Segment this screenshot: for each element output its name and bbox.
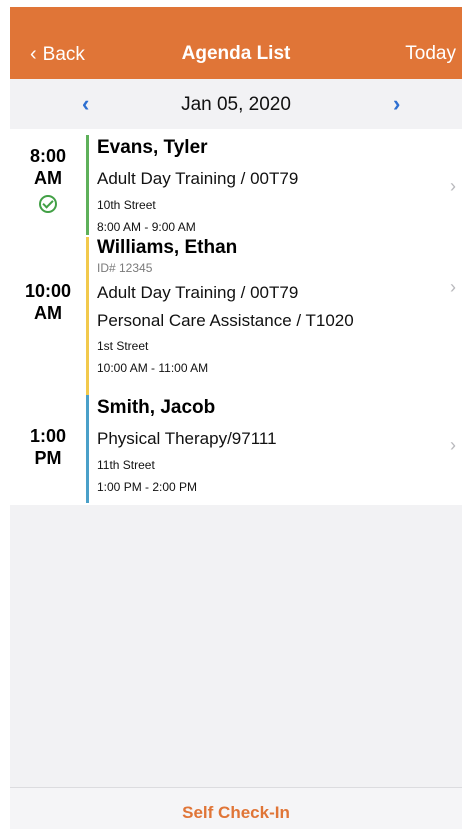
self-check-in-button[interactable]: Self Check-In xyxy=(10,803,462,823)
check-circle-icon xyxy=(39,195,57,213)
app-frame: ‹ Back Agenda List Today ‹ Jan 05, 2020 … xyxy=(10,7,462,829)
service-label: Personal Care Assistance / T1020 xyxy=(97,311,354,330)
chevron-right-icon[interactable]: › xyxy=(450,176,456,197)
appointment-row[interactable]: 10:00 AM Williams, Ethan ID# 12345 Adult… xyxy=(10,237,462,395)
footer-bar: Self Check-In xyxy=(10,787,462,829)
today-button[interactable]: Today xyxy=(405,43,456,65)
hours-label: 10:00 AM - 11:00 AM xyxy=(97,361,209,375)
hours-label: 1:00 PM - 2:00 PM xyxy=(97,480,198,494)
service-label: Adult Day Training / 00T79 xyxy=(97,283,299,302)
time-period: PM xyxy=(34,448,62,468)
street-label: 10th Street xyxy=(97,198,156,212)
date-navigation: ‹ Jan 05, 2020 › xyxy=(10,79,462,129)
time-period: AM xyxy=(34,168,62,188)
chevron-right-icon[interactable]: › xyxy=(450,435,456,456)
appointment-row[interactable]: 1:00 PM Smith, Jacob Physical Therapy/97… xyxy=(10,395,462,505)
nav-header: ‹ Back Agenda List Today xyxy=(10,7,462,79)
appointment-time: 10:00 AM xyxy=(10,237,86,395)
street-label: 11th Street xyxy=(97,458,155,472)
next-day-button[interactable]: › xyxy=(393,91,400,117)
page-title: Agenda List xyxy=(181,43,291,64)
time-hour: 10:00 xyxy=(24,281,72,301)
appointment-details: Williams, Ethan ID# 12345 Adult Day Trai… xyxy=(89,237,462,395)
client-name: Evans, Tyler xyxy=(97,137,208,158)
client-name: Smith, Jacob xyxy=(97,397,216,418)
appointment-time: 1:00 PM xyxy=(10,395,86,505)
agenda-list: 8:00 AM Evans, Tyler Adult Day Training … xyxy=(10,129,462,505)
client-name: Williams, Ethan xyxy=(97,237,238,258)
time-period: AM xyxy=(34,303,62,323)
client-id: ID# 12345 xyxy=(97,261,153,275)
appointment-details: Smith, Jacob Physical Therapy/97111 11th… xyxy=(89,395,462,505)
time-hour: 1:00 xyxy=(29,426,67,446)
appointment-details: Evans, Tyler Adult Day Training / 00T79 … xyxy=(89,129,462,237)
chevron-right-icon[interactable]: › xyxy=(450,277,456,298)
appointment-time: 8:00 AM xyxy=(10,129,86,237)
hours-label: 8:00 AM - 9:00 AM xyxy=(97,220,196,234)
service-label: Physical Therapy/97111 xyxy=(97,429,277,448)
service-label: Adult Day Training / 00T79 xyxy=(97,169,299,188)
street-label: 1st Street xyxy=(97,339,149,353)
appointment-row[interactable]: 8:00 AM Evans, Tyler Adult Day Training … xyxy=(10,129,462,237)
time-hour: 8:00 xyxy=(29,146,67,166)
